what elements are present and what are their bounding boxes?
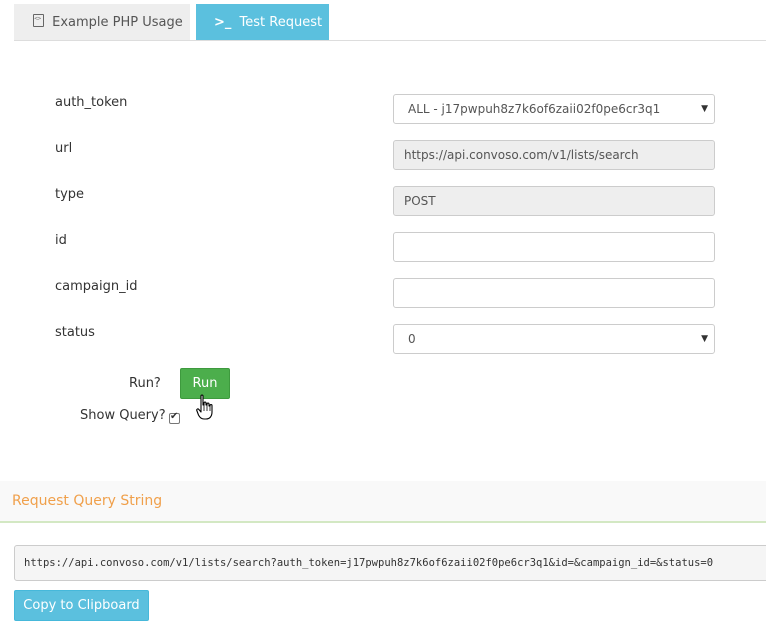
auth-token-label: auth_token — [55, 95, 128, 110]
copy-to-clipboard-button[interactable]: Copy to Clipboard — [14, 590, 149, 621]
chevron-down-icon: ▼ — [701, 334, 708, 344]
show-query-label: Show Query? — [80, 408, 166, 423]
query-string-box[interactable]: https://api.convoso.com/v1/lists/search?… — [14, 545, 766, 581]
terminal-icon: >_ — [214, 15, 232, 30]
type-value: POST — [404, 194, 436, 208]
campaign-id-input[interactable] — [393, 278, 715, 308]
file-code-icon — [33, 14, 44, 27]
url-label: url — [55, 141, 73, 156]
url-field: https://api.convoso.com/v1/lists/search — [393, 140, 715, 170]
tab-bar: Example PHP Usage >_ Test Request — [0, 0, 766, 41]
id-input[interactable] — [393, 232, 715, 262]
status-select[interactable]: 0 ▼ — [393, 324, 715, 354]
show-query-checkbox[interactable] — [169, 411, 180, 424]
hand-pointer-icon — [196, 394, 213, 420]
chevron-down-icon: ▼ — [701, 104, 708, 114]
url-value: https://api.convoso.com/v1/lists/search — [404, 148, 639, 162]
status-value: 0 — [408, 332, 416, 346]
query-panel-header: Request Query String — [0, 481, 766, 523]
tab-label: Test Request — [239, 15, 323, 30]
query-panel-title: Request Query String — [12, 493, 163, 509]
tab-label: Example PHP Usage — [52, 15, 183, 30]
page: Example PHP Usage >_ Test Request auth_t… — [0, 0, 766, 637]
campaign-id-label: campaign_id — [55, 279, 138, 294]
type-field: POST — [393, 186, 715, 216]
type-label: type — [55, 187, 85, 202]
status-label: status — [55, 325, 95, 340]
tab-test-request[interactable]: >_ Test Request — [196, 4, 329, 41]
tab-divider — [14, 40, 766, 41]
run-label: Run? — [129, 376, 161, 391]
id-label: id — [55, 233, 67, 248]
auth-token-select[interactable]: ALL - j17pwpuh8z7k6of6zaii02f0pe6cr3q1 ▼ — [393, 94, 715, 124]
auth-token-value: ALL - j17pwpuh8z7k6of6zaii02f0pe6cr3q1 — [408, 102, 661, 116]
tab-example-php-usage[interactable]: Example PHP Usage — [14, 4, 190, 41]
